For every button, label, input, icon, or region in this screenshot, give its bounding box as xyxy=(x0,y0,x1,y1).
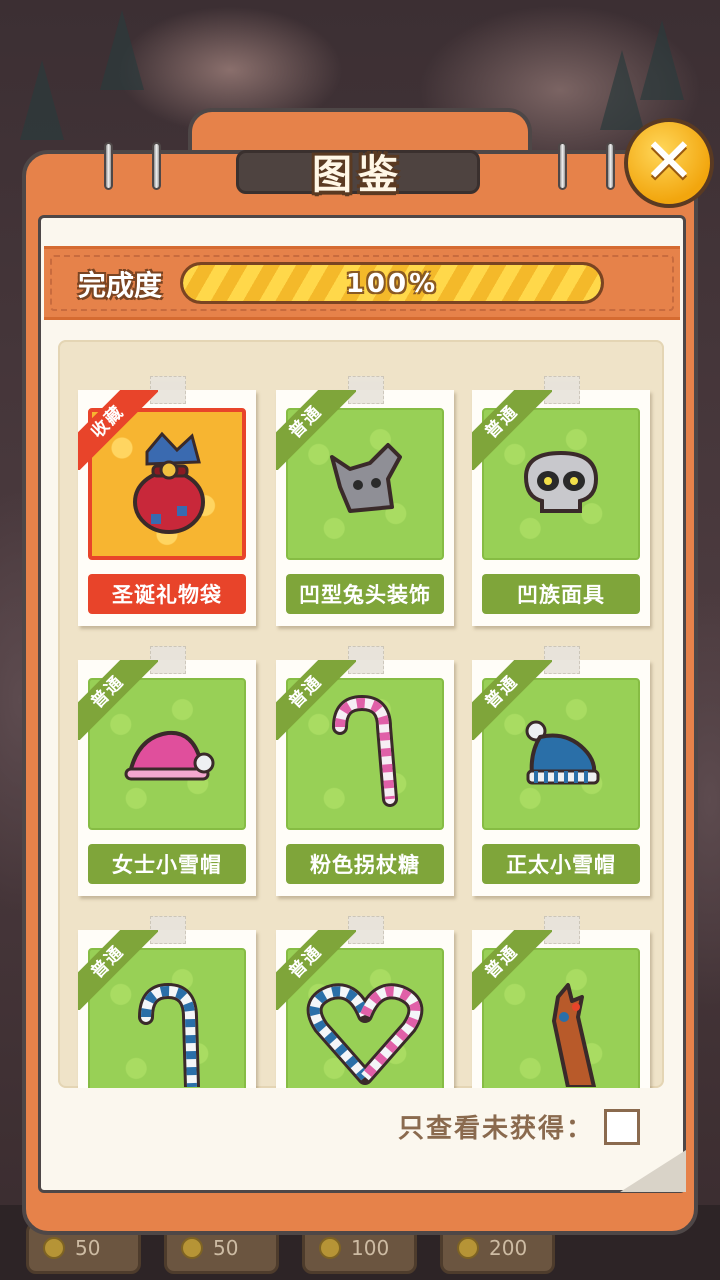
rarity-ribbon: 普通 xyxy=(472,930,552,1010)
binder-ring xyxy=(104,142,113,190)
rarity-ribbon: 普通 xyxy=(78,930,158,1010)
collection-card[interactable]: 普通 xyxy=(276,916,454,1088)
collection-grid[interactable]: 收藏 圣诞礼物袋 普通 凹型兔头装饰 普通 凹族面具 普通 女士小雪帽 普通 粉色拐杖糖 普通 正太小… xyxy=(58,340,664,1088)
collection-card[interactable]: 普通粉色拐杖糖 xyxy=(276,646,454,896)
close-button[interactable]: ✕ xyxy=(624,118,714,208)
item-name: 凹型兔头装饰 xyxy=(286,574,444,614)
item-name: 凹族面具 xyxy=(482,574,640,614)
rarity-tag: 普通 xyxy=(276,930,356,1010)
completion-percent: 100% xyxy=(345,269,439,299)
item-name: 圣诞礼物袋 xyxy=(88,574,246,614)
item-name: 正太小雪帽 xyxy=(482,844,640,884)
collection-card[interactable]: 普通凹型兔头装饰 xyxy=(276,376,454,626)
rarity-ribbon: 收藏 xyxy=(78,390,158,470)
collection-card[interactable]: 普通 xyxy=(472,916,650,1088)
collection-card[interactable]: 普通女士小雪帽 xyxy=(78,646,256,896)
binder-ring xyxy=(606,142,615,190)
rarity-tag: 普通 xyxy=(78,930,158,1010)
price-value: 50 xyxy=(75,1236,101,1260)
page-curl xyxy=(620,1150,686,1192)
binder-ring xyxy=(152,142,161,190)
title-plate: 图鉴 xyxy=(236,150,480,198)
coin-icon xyxy=(319,1237,341,1259)
background-tree xyxy=(100,10,144,90)
background-tree xyxy=(20,60,64,140)
rarity-tag: 普通 xyxy=(276,660,356,740)
collection-card[interactable]: 普通 xyxy=(78,916,256,1088)
completion-progress-bar: 100% xyxy=(180,262,604,304)
coin-icon xyxy=(43,1237,65,1259)
rarity-ribbon: 普通 xyxy=(276,930,356,1010)
page-title: 图鉴 xyxy=(312,152,404,198)
collection-card[interactable]: 普通凹族面具 xyxy=(472,376,650,626)
completion-label: 完成度 xyxy=(78,269,163,302)
coin-icon xyxy=(457,1237,479,1259)
rarity-ribbon: 普通 xyxy=(276,390,356,470)
filter-checkbox[interactable] xyxy=(604,1108,641,1145)
collection-card[interactable]: 收藏圣诞礼物袋 xyxy=(78,376,256,626)
price-value: 100 xyxy=(351,1236,390,1260)
price-value: 50 xyxy=(213,1236,239,1260)
rarity-tag: 普通 xyxy=(276,390,356,470)
background-tree xyxy=(640,20,684,100)
rarity-tag: 普通 xyxy=(472,930,552,1010)
rarity-ribbon: 普通 xyxy=(472,660,552,740)
background-tree xyxy=(600,50,644,130)
filter-label: 只查看未获得： xyxy=(398,1114,595,1144)
price-value: 200 xyxy=(489,1236,528,1260)
collection-card[interactable]: 普通正太小雪帽 xyxy=(472,646,650,896)
coin-icon xyxy=(181,1237,203,1259)
rarity-tag: 普通 xyxy=(78,660,158,740)
unobtained-filter[interactable]: 只查看未获得： xyxy=(398,1108,641,1145)
close-icon: ✕ xyxy=(643,124,695,197)
rarity-tag: 普通 xyxy=(472,660,552,740)
rarity-tag: 普通 xyxy=(472,390,552,470)
item-name: 女士小雪帽 xyxy=(88,844,246,884)
rarity-ribbon: 普通 xyxy=(276,660,356,740)
binder-ring xyxy=(558,142,567,190)
item-name: 粉色拐杖糖 xyxy=(286,844,444,884)
rarity-ribbon: 普通 xyxy=(78,660,158,740)
rarity-tag: 收藏 xyxy=(78,390,158,470)
rarity-ribbon: 普通 xyxy=(472,390,552,470)
